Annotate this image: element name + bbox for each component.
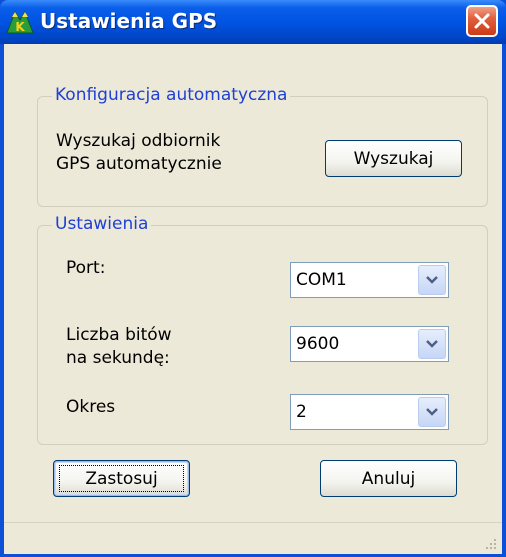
period-select-value: 2 — [296, 402, 307, 422]
port-select-value: COM1 — [296, 270, 347, 290]
baud-rate-select-value: 9600 — [296, 334, 340, 354]
baud-rate-dropdown-button[interactable] — [418, 329, 446, 359]
port-select[interactable]: COM1 — [290, 262, 449, 298]
status-bar — [4, 522, 502, 554]
dialog-client-area: Konfiguracja automatyczna Wyszukaj odbio… — [4, 44, 502, 554]
close-icon — [474, 13, 490, 29]
baud-rate-select[interactable]: 9600 — [290, 326, 449, 362]
search-button-label: Wyszukaj — [353, 148, 434, 169]
cancel-button[interactable]: Anuluj — [320, 460, 457, 497]
cancel-button-label: Anuluj — [361, 468, 416, 489]
gps-settings-window: K Ustawienia GPS Konfiguracja automatycz… — [0, 0, 506, 557]
auto-config-description-line1: Wyszukaj odbiornik — [56, 131, 221, 151]
title-bar[interactable]: K Ustawienia GPS — [0, 0, 506, 44]
period-select[interactable]: 2 — [290, 394, 449, 430]
auto-config-group: Konfiguracja automatyczna Wyszukaj odbio… — [37, 85, 488, 207]
settings-group: Ustawienia Port: COM1 Liczba bitów na se… — [37, 214, 488, 445]
chevron-down-icon — [426, 408, 438, 416]
auto-config-description-line2: GPS automatycznie — [56, 154, 222, 174]
close-button[interactable] — [466, 5, 498, 37]
auto-config-legend: Konfiguracja automatyczna — [52, 85, 291, 105]
settings-legend: Ustawienia — [52, 214, 152, 234]
apply-button-focus-ring — [59, 465, 184, 492]
period-label: Okres — [66, 397, 116, 417]
svg-text:K: K — [15, 20, 25, 34]
baud-rate-label-line1: Liczba bitów — [66, 325, 172, 345]
chevron-down-icon — [426, 340, 438, 348]
resize-grip-icon[interactable] — [482, 535, 498, 551]
window-title: Ustawienia GPS — [40, 9, 218, 33]
search-button[interactable]: Wyszukaj — [325, 140, 462, 177]
apply-button[interactable]: Zastosuj — [53, 460, 190, 497]
port-label: Port: — [66, 258, 106, 278]
mountain-k-icon: K — [6, 10, 34, 34]
baud-rate-label-line2: na sekundę: — [66, 348, 170, 368]
port-dropdown-button[interactable] — [418, 265, 446, 295]
period-dropdown-button[interactable] — [418, 397, 446, 427]
chevron-down-icon — [426, 276, 438, 284]
